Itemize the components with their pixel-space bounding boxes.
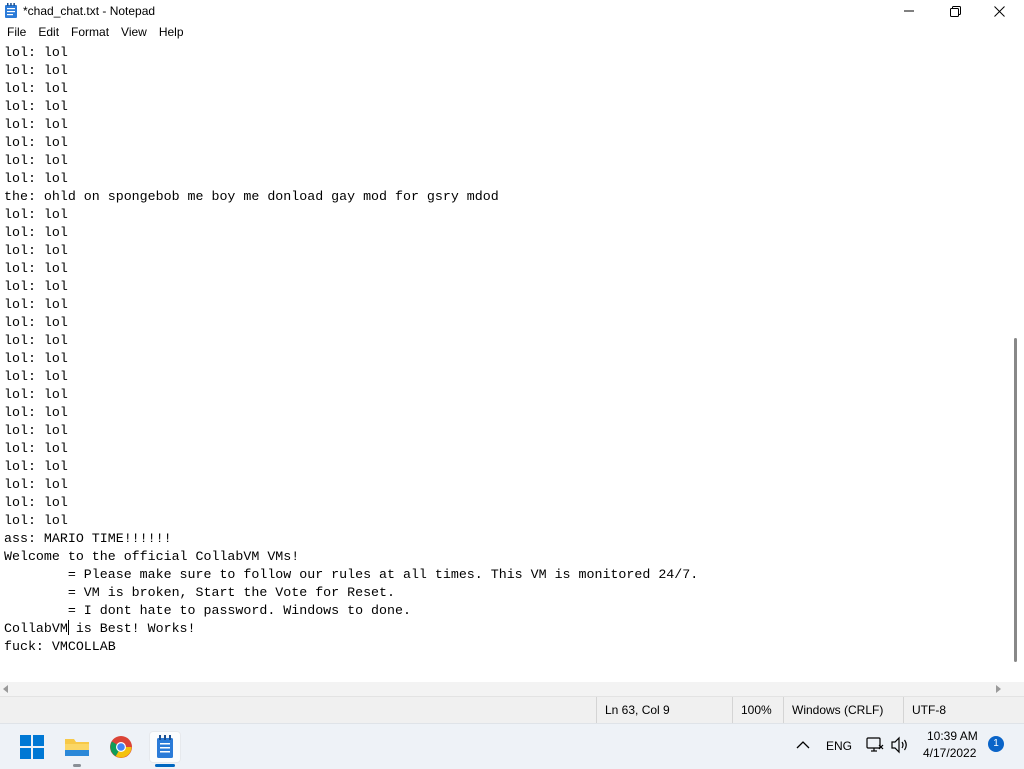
editor-line: CollabVM is Best! Works! <box>4 621 196 636</box>
cursor-position: Ln 63, Col 9 <box>596 697 729 724</box>
editor-line: lol: lol <box>4 207 68 222</box>
taskbar-file-explorer[interactable] <box>61 731 93 763</box>
editor-line: = Please make sure to follow our rules a… <box>4 567 699 582</box>
horizontal-scrollbar[interactable] <box>0 682 1009 696</box>
notification-badge[interactable]: 1 <box>988 736 1004 752</box>
editor-line: lol: lol <box>4 495 68 510</box>
volume-icon[interactable] <box>890 736 910 754</box>
menu-view[interactable]: View <box>115 22 153 43</box>
editor-line: ass: MARIO TIME!!!!!! <box>4 531 172 546</box>
restore-button[interactable] <box>932 0 978 22</box>
notepad-active-indicator <box>155 764 175 767</box>
taskbar-chrome[interactable] <box>105 731 137 763</box>
editor-line: lol: lol <box>4 279 68 294</box>
clock-date[interactable]: 4/17/2022 <box>923 746 976 760</box>
editor-line: Welcome to the official CollabVM VMs! <box>4 549 300 564</box>
notepad-icon <box>157 735 173 758</box>
scroll-left-icon[interactable] <box>3 685 8 693</box>
editor-line: lol: lol <box>4 225 68 240</box>
editor-line: fuck: VMCOLLAB <box>4 639 116 654</box>
editor-line: lol: lol <box>4 135 68 150</box>
editor-line: lol: lol <box>4 171 68 186</box>
network-icon[interactable] <box>866 736 884 754</box>
restore-icon <box>949 5 961 17</box>
menu-file[interactable]: File <box>0 22 32 43</box>
scroll-right-icon[interactable] <box>996 685 1001 693</box>
zoom-level: 100% <box>732 697 783 724</box>
menu-bar: File Edit Format View Help <box>0 22 1024 43</box>
editor-line: lol: lol <box>4 459 68 474</box>
minimize-icon <box>904 10 914 12</box>
editor-line: lol: lol <box>4 351 68 366</box>
editor-line: lol: lol <box>4 477 68 492</box>
menu-help[interactable]: Help <box>153 22 190 43</box>
clock-time[interactable]: 10:39 AM <box>927 729 978 743</box>
line-ending: Windows (CRLF) <box>783 697 894 724</box>
editor-line: = VM is broken, Start the Vote for Reset… <box>4 585 395 600</box>
language-indicator[interactable]: ENG <box>826 739 852 753</box>
vertical-scroll-thumb[interactable] <box>1014 338 1017 662</box>
text-caret <box>68 620 69 635</box>
taskbar: ENG 10:39 AM 4/17/2022 <box>0 723 1024 769</box>
editor-line: lol: lol <box>4 153 68 168</box>
editor-line: lol: lol <box>4 81 68 96</box>
window-title: *chad_chat.txt - Notepad <box>23 4 156 18</box>
editor-line: lol: lol <box>4 333 68 348</box>
minimize-button[interactable] <box>886 0 932 22</box>
editor-line: lol: lol <box>4 315 68 330</box>
editor-line: lol: lol <box>4 513 68 528</box>
scrollbar-corner <box>1009 682 1024 696</box>
editor-line: lol: lol <box>4 405 68 420</box>
close-icon <box>993 5 1005 17</box>
editor-line: lol: lol <box>4 99 68 114</box>
editor-line: lol: lol <box>4 423 68 438</box>
text-editor[interactable]: lol: lol lol: lol lol: lol lol: lol lol:… <box>0 43 1009 682</box>
title-bar[interactable]: *chad_chat.txt - Notepad <box>0 0 1024 22</box>
chrome-icon <box>110 736 132 758</box>
explorer-running-indicator <box>73 764 81 767</box>
start-icon <box>20 735 44 759</box>
editor-line: the: ohld on spongebob me boy me donload… <box>4 189 499 204</box>
editor-content[interactable]: lol: lol lol: lol lol: lol lol: lol lol:… <box>0 43 1009 656</box>
taskbar-notepad[interactable] <box>149 731 181 763</box>
file-explorer-icon <box>65 739 89 756</box>
editor-line: lol: lol <box>4 243 68 258</box>
notepad-icon <box>5 3 17 18</box>
editor-line: lol: lol <box>4 45 68 60</box>
close-button[interactable] <box>976 0 1022 22</box>
chevron-up-icon[interactable] <box>796 740 810 750</box>
editor-line: lol: lol <box>4 297 68 312</box>
editor-line: lol: lol <box>4 63 68 78</box>
editor-line: lol: lol <box>4 387 68 402</box>
menu-format[interactable]: Format <box>65 22 115 43</box>
status-bar: Ln 63, Col 9 100% Windows (CRLF) UTF-8 <box>0 696 1024 724</box>
editor-line: lol: lol <box>4 441 68 456</box>
editor-line: lol: lol <box>4 117 68 132</box>
editor-line: = I dont hate to password. Windows to do… <box>4 603 411 618</box>
menu-edit[interactable]: Edit <box>32 22 65 43</box>
editor-line: lol: lol <box>4 369 68 384</box>
encoding: UTF-8 <box>903 697 1022 724</box>
editor-line: lol: lol <box>4 261 68 276</box>
start-button[interactable] <box>16 731 48 763</box>
